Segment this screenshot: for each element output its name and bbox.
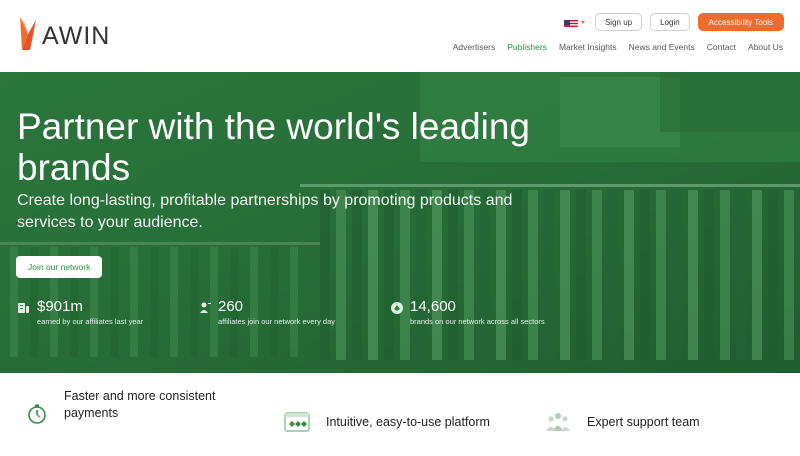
person-plus-icon <box>200 302 211 313</box>
money-stack-icon <box>18 303 29 313</box>
stat-value: 260 <box>218 298 244 315</box>
feature-payments: Faster and more consistent payments <box>26 389 234 425</box>
feature-label: Expert support team <box>587 414 700 429</box>
stopwatch-icon <box>28 404 46 424</box>
nav-item-news-events[interactable]: News and Events <box>629 42 695 52</box>
language-selector[interactable] <box>563 17 585 27</box>
main-nav: Advertisers Publishers Market Insights N… <box>453 42 783 52</box>
stat-affiliates: 260 affiliates join our network every da… <box>198 298 335 327</box>
nav-item-publishers[interactable]: Publishers <box>507 42 547 52</box>
flame-logo-icon <box>20 17 36 50</box>
brand-name: AWIN <box>42 21 111 50</box>
stat-caption: brands on our network across all sectors <box>410 317 545 326</box>
features-strip: Faster and more consistent payments Intu… <box>0 373 800 456</box>
hero-section: Partner with the world's leading brands … <box>0 72 800 373</box>
feature-label: Faster and more consistent payments <box>64 389 216 420</box>
hero-subtitle: Create long-lasting, profitable partners… <box>17 192 513 231</box>
awin-logo[interactable]: AWIN <box>16 14 110 52</box>
us-flag-icon <box>563 17 578 27</box>
login-button[interactable]: Login <box>650 13 690 31</box>
stat-earnings: $901m earned by our affiliates last year <box>17 298 143 327</box>
stat-caption: affiliates join our network every day <box>218 317 336 326</box>
nav-item-market-insights[interactable]: Market Insights <box>559 42 617 52</box>
signup-button[interactable]: Sign up <box>594 13 643 31</box>
stat-brands: 14,600 brands on our network across all … <box>390 298 545 327</box>
feature-label: Intuitive, easy-to-use platform <box>326 414 490 429</box>
feature-support: Expert support team <box>545 411 700 433</box>
hero-title: Partner with the world's leading brands <box>17 106 530 188</box>
chevron-down-icon <box>580 20 585 24</box>
brands-icon <box>391 302 403 314</box>
stat-value: $901m <box>37 298 83 315</box>
nav-item-advertisers[interactable]: Advertisers <box>453 42 496 52</box>
nav-item-contact[interactable]: Contact <box>707 42 736 52</box>
join-network-button[interactable]: Join our network <box>16 256 103 278</box>
stat-value: 14,600 <box>410 298 456 315</box>
nav-item-about[interactable]: About Us <box>748 42 783 52</box>
top-actions: Sign up Login Accessibility Tools <box>563 13 784 31</box>
dashboard-icon <box>284 412 310 432</box>
feature-platform: Intuitive, easy-to-use platform <box>284 411 490 433</box>
team-icon <box>546 413 570 431</box>
accessibility-tools-button[interactable]: Accessibility Tools <box>697 13 784 31</box>
stat-caption: earned by our affiliates last year <box>37 317 144 326</box>
site-header: AWIN Sign up Login Accessibility Tools A… <box>0 0 800 72</box>
